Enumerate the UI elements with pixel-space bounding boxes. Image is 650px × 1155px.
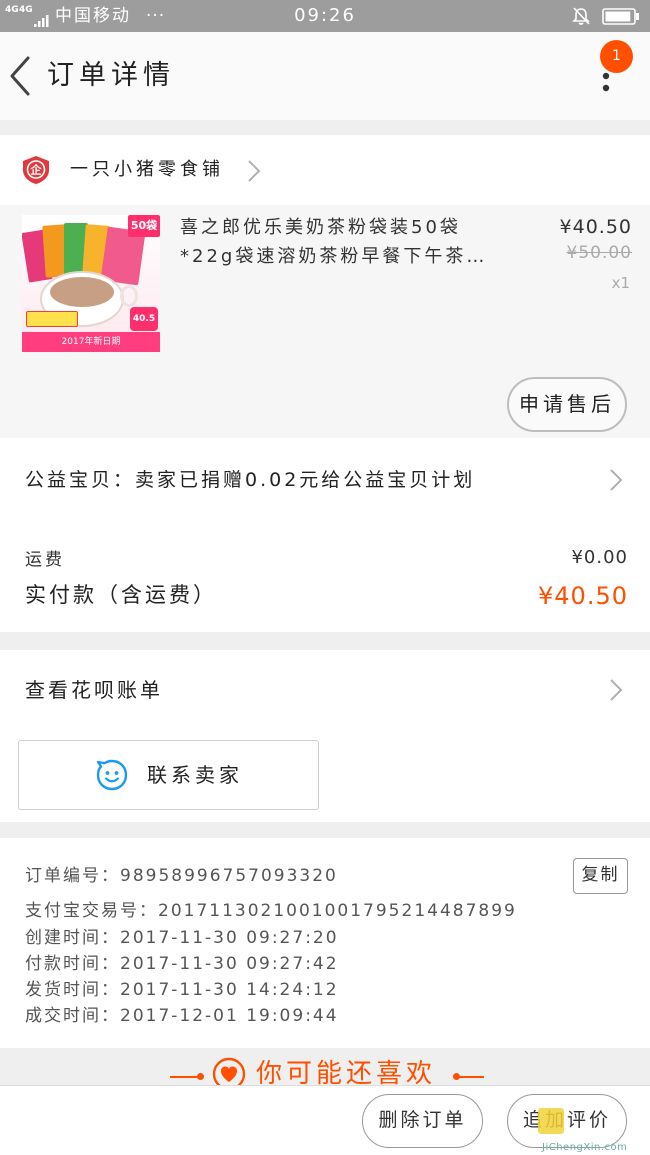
image-milk-tea [50, 277, 114, 307]
image-promo-label [26, 311, 78, 327]
product-price: ¥40.50 [559, 216, 632, 238]
recommend-header: 你可能还喜欢 [0, 1048, 650, 1085]
image-mug-handle [120, 285, 138, 307]
shop-badge-icon: 企 [23, 156, 49, 184]
shipped-time-row: 发货时间：2017-11-30 14:24:12 [25, 979, 339, 1001]
contact-seller-button[interactable]: 联系卖家 [18, 740, 319, 810]
created-time-label: 创建时间： [25, 928, 120, 948]
order-detail-screen: 4G 4G 中国移动 ··· 09:26 订单详情 1 企 一只小猪零食铺 50… [0, 0, 650, 1155]
shop-name: 一只小猪零食铺 [70, 159, 224, 180]
bell-off-icon [572, 7, 590, 25]
network-type-2: 4G [19, 5, 33, 15]
chat-smile-icon [96, 759, 128, 791]
huabei-bill-row[interactable]: 查看花呗账单 [0, 650, 650, 730]
bottom-action-bar: 删除订单 追加评价 JiChengXin.com [0, 1085, 650, 1155]
product-image[interactable]: 50袋 40.5 2017年新日期 [22, 215, 160, 352]
network-type-1: 4G [5, 5, 19, 15]
created-time-value: 2017-11-30 09:27:20 [120, 928, 339, 948]
carrier-name: 中国移动 [55, 6, 131, 26]
huabei-bill-label: 查看花呗账单 [25, 678, 163, 702]
paid-time-value: 2017-11-30 09:27:42 [120, 954, 339, 974]
signal-icon [34, 15, 49, 27]
heart-icon [212, 1057, 246, 1085]
shop-row[interactable]: 企 一只小猪零食铺 [0, 135, 650, 205]
clock: 09:26 [294, 5, 356, 26]
watermark-text: JiChengXin.com [542, 1142, 628, 1153]
status-bar: 4G 4G 中国移动 ··· 09:26 [0, 0, 650, 32]
shipping-value: ¥0.00 [571, 547, 628, 568]
shipping-label: 运费 [25, 550, 65, 570]
carrier-more: ··· [146, 6, 166, 26]
product-title-line-2[interactable]: *22g袋速溶奶茶粉早餐下午茶… [180, 242, 487, 271]
alipay-trade-row: 支付宝交易号：2017113021001001795214487899 [25, 900, 517, 922]
delete-order-button[interactable]: 删除订单 [362, 1094, 483, 1148]
alipay-trade-label: 支付宝交易号： [25, 901, 158, 921]
app-header: 订单详情 1 [0, 32, 650, 120]
completed-time-value: 2017-12-01 19:09:44 [120, 1006, 339, 1026]
order-number-label: 订单编号： [25, 866, 120, 886]
paid-time-label: 付款时间： [25, 954, 120, 974]
recommend-title: 你可能还喜欢 [256, 1059, 437, 1085]
product-quantity: x1 [611, 274, 630, 292]
chevron-right-icon [610, 469, 623, 491]
order-info-section: 订单编号：98958996757093320 复制 支付宝交易号：2017113… [0, 838, 650, 1048]
notification-badge: 1 [600, 40, 633, 73]
recommend-dot-left [197, 1073, 204, 1080]
recommend-divider-right [456, 1076, 484, 1078]
shipped-time-label: 发货时间： [25, 980, 120, 1000]
page-title: 订单详情 [47, 60, 175, 91]
completed-time-label: 成交时间： [25, 1006, 120, 1026]
order-number-row: 订单编号：98958996757093320 [25, 865, 338, 887]
shipped-time-value: 2017-11-30 14:24:12 [120, 980, 339, 1000]
image-date-banner: 2017年新日期 [22, 332, 160, 352]
payment-summary: 运费 ¥0.00 实付款（含运费） ¥40.50 [0, 520, 650, 632]
chevron-left-icon [10, 56, 30, 96]
add-review-button[interactable]: 追加评价 [507, 1094, 627, 1148]
chevron-right-icon [248, 160, 261, 182]
battery-level-fill [605, 11, 631, 22]
recommend-divider-left [170, 1076, 200, 1078]
charity-row[interactable]: 公益宝贝：卖家已捐赠0.02元给公益宝贝计划 [0, 438, 650, 520]
watermark-logo [538, 1108, 564, 1134]
copy-button[interactable]: 复制 [573, 858, 628, 894]
alipay-trade-value: 2017113021001001795214487899 [158, 901, 517, 921]
completed-time-row: 成交时间：2017-12-01 19:09:44 [25, 1005, 339, 1027]
shop-badge-char: 企 [30, 163, 43, 177]
total-label: 实付款（含运费） [25, 583, 217, 607]
battery-icon [602, 8, 639, 25]
chevron-right-icon [610, 679, 623, 701]
product-card[interactable]: 50袋 40.5 2017年新日期 喜之郎优乐美奶茶粉袋装50袋 *22g袋速溶… [0, 205, 650, 438]
paid-time-row: 付款时间：2017-11-30 09:27:42 [25, 953, 339, 975]
back-button[interactable] [4, 52, 38, 100]
created-time-row: 创建时间：2017-11-30 09:27:20 [25, 927, 339, 949]
image-price-tag: 40.5 [130, 307, 158, 331]
contact-seller-label: 联系卖家 [147, 763, 243, 787]
total-value: ¥40.50 [538, 582, 628, 610]
bill-contact-section: 查看花呗账单 联系卖家 [0, 650, 650, 822]
product-title-line-1[interactable]: 喜之郎优乐美奶茶粉袋装50袋 [180, 213, 461, 242]
image-count-tag: 50袋 [128, 215, 160, 237]
product-original-price: ¥50.00 [566, 243, 632, 263]
order-number-value: 98958996757093320 [120, 866, 338, 886]
charity-text: 公益宝贝：卖家已捐赠0.02元给公益宝贝计划 [25, 469, 476, 491]
after-sale-button[interactable]: 申请售后 [507, 377, 627, 432]
